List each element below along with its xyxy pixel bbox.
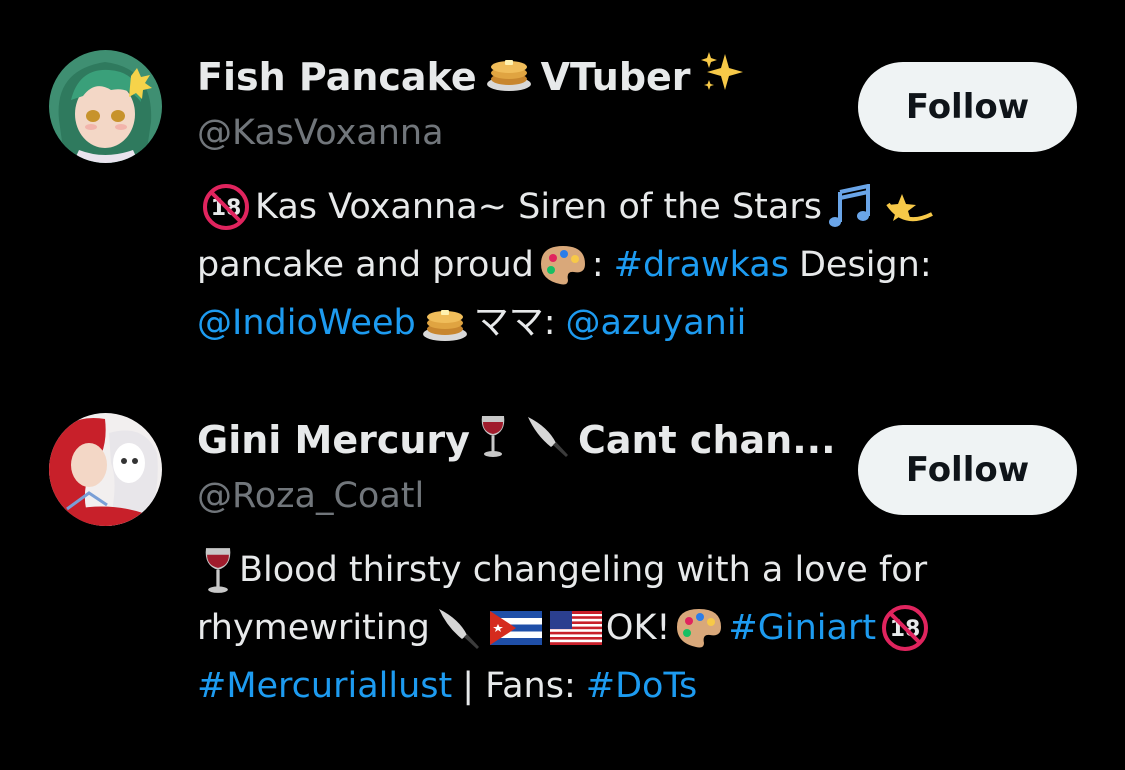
- bio-line: pancake and proud : #drawkas Design:: [197, 236, 1017, 294]
- user-cell-roza-coatl[interactable]: Gini Mercury Cant chan... @Roza_Coatl Fo…: [0, 363, 1125, 770]
- sparkles-icon: [699, 52, 745, 102]
- bio-text: Kas Voxanna~ Siren of the Stars: [255, 187, 822, 227]
- music-notes-icon: [826, 184, 876, 230]
- bio-text: pancake and proud: [197, 245, 534, 285]
- bio-text: rhymewriting: [197, 608, 430, 648]
- bio-line: #Mercuriallust | Fans: #DoTs: [197, 657, 1017, 715]
- no-under-18-icon: 18: [201, 182, 251, 232]
- dizzy-star-icon: [884, 184, 936, 230]
- knife-icon: [524, 415, 570, 465]
- bio-line: @IndioWeeb ママ: @azuyanii: [197, 294, 1017, 352]
- display-name-part1: Fish Pancake: [197, 55, 477, 99]
- display-name[interactable]: Fish Pancake VTuber: [197, 52, 837, 102]
- hashtag-link[interactable]: #drawkas: [614, 236, 789, 294]
- hashtag-link[interactable]: #DoTs: [586, 657, 698, 715]
- bio-line: rhymewriting OK! #Giniart: [197, 599, 1017, 657]
- us-flag-icon: [549, 611, 602, 645]
- bio-text: :: [591, 245, 604, 285]
- bio-text: Design:: [798, 245, 932, 285]
- bio-text: OK!: [605, 608, 671, 648]
- avatar[interactable]: [49, 50, 162, 163]
- who-to-follow-list: Fish Pancake VTuber @KasVoxanna Follow K…: [0, 0, 1125, 770]
- pancake-icon: [485, 53, 533, 102]
- user-cell-kasvoxanna[interactable]: Fish Pancake VTuber @KasVoxanna Follow K…: [0, 0, 1125, 363]
- user-bio: 18 Kas Voxanna~ Siren of the Stars: [197, 178, 1017, 352]
- artist-palette-icon: [674, 605, 724, 651]
- display-name[interactable]: Gini Mercury Cant chan...: [197, 415, 837, 465]
- display-name-part2: Cant chan...: [577, 418, 836, 462]
- pancake-icon: [420, 303, 470, 343]
- hashtag-link[interactable]: #Mercuriallust: [197, 657, 452, 715]
- artist-palette-icon: [538, 242, 588, 288]
- hashtag-link[interactable]: #Giniart: [728, 599, 876, 657]
- bio-line: 18 Kas Voxanna~ Siren of the Stars: [197, 178, 1017, 236]
- mention-link[interactable]: @IndioWeeb: [197, 294, 416, 352]
- bio-text: | Fans:: [462, 666, 576, 706]
- follow-button[interactable]: Follow: [858, 425, 1077, 515]
- user-handle[interactable]: @KasVoxanna: [197, 113, 444, 153]
- user-handle[interactable]: @Roza_Coatl: [197, 476, 424, 516]
- knife-icon: [434, 605, 482, 651]
- bio-text: ママ:: [473, 303, 556, 343]
- avatar[interactable]: [49, 413, 162, 526]
- bio-text: Blood thirsty changeling with a love for: [239, 550, 928, 590]
- mention-link[interactable]: @azuyanii: [566, 294, 747, 352]
- display-name-part2: VTuber: [540, 55, 691, 99]
- bio-line: Blood thirsty changeling with a love for: [197, 541, 1017, 599]
- follow-button[interactable]: Follow: [858, 62, 1077, 152]
- wine-glass-icon: [478, 415, 508, 465]
- no-under-18-icon: 18: [880, 603, 930, 653]
- wine-glass-icon: [201, 546, 235, 594]
- user-bio: Blood thirsty changeling with a love for…: [197, 541, 1017, 715]
- cuba-flag-icon: [489, 611, 542, 645]
- display-name-part1: Gini Mercury: [197, 418, 470, 462]
